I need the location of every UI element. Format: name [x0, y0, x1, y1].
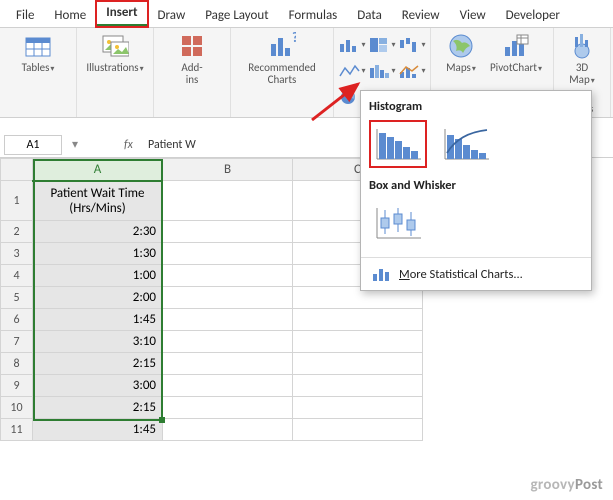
pivotchart-icon [502, 32, 530, 60]
pivotchart-label: PivotChart▾ [490, 62, 542, 75]
row-header-6[interactable]: 6 [1, 309, 33, 331]
illustrations-button[interactable]: Illustrations▾ [85, 32, 145, 75]
tab-view[interactable]: View [450, 4, 496, 27]
watermark: groovyPost [531, 476, 604, 494]
recommended-charts-label: Recommended Charts [248, 62, 315, 86]
row-header-5[interactable]: 5 [1, 287, 33, 309]
illustrations-label: Illustrations▾ [86, 62, 143, 75]
cell-a1[interactable]: Patient Wait Time (Hrs/Mins) [33, 181, 163, 221]
tab-page-layout[interactable]: Page Layout [195, 4, 278, 27]
box-whisker-icon [373, 204, 423, 242]
more-statistical-charts-link[interactable]: More Statistical Charts... [369, 262, 583, 286]
cell-a7[interactable]: 3:10 [33, 331, 163, 353]
cell-a9[interactable]: 3:00 [33, 375, 163, 397]
addins-icon [178, 32, 206, 60]
combo-chart-button[interactable]: ▾ [398, 60, 426, 82]
fx-icon[interactable]: fx [124, 138, 144, 152]
maps-label: Maps▾ [446, 62, 476, 75]
tab-formulas[interactable]: Formulas [279, 4, 348, 27]
cell-a6[interactable]: 1:45 [33, 309, 163, 331]
tab-review[interactable]: Review [392, 4, 450, 27]
cell-a2[interactable]: 2:30 [33, 221, 163, 243]
column-chart-button[interactable]: ▾ [338, 34, 366, 56]
tab-developer[interactable]: Developer [496, 4, 570, 27]
tables-label: Tables▾ [22, 62, 55, 75]
addins-label: Add- ins [181, 62, 202, 86]
row-header-9[interactable]: 9 [1, 375, 33, 397]
pareto-chart-option[interactable] [437, 120, 495, 168]
name-box[interactable]: A1 [4, 135, 62, 155]
recommended-charts-icon: ? [268, 32, 296, 60]
3d-map-icon [568, 32, 596, 60]
3d-map-label: 3D Map▾ [569, 62, 594, 87]
cell-a11[interactable]: 1:45 [33, 419, 163, 441]
row-header-8[interactable]: 8 [1, 353, 33, 375]
col-header-a[interactable]: A [33, 159, 163, 181]
waterfall-chart-button[interactable]: ▾ [398, 34, 426, 56]
recommended-charts-button[interactable]: ? Recommended Charts [239, 32, 325, 86]
row-header-7[interactable]: 7 [1, 331, 33, 353]
cell-a10[interactable]: 2:15 [33, 397, 163, 419]
addins-button[interactable]: Add- ins [162, 32, 222, 86]
line-chart-button[interactable]: ▾ [338, 60, 366, 82]
histogram-chart-option[interactable] [369, 120, 427, 168]
cell-a4[interactable]: 1:00 [33, 265, 163, 287]
row-header-3[interactable]: 3 [1, 243, 33, 265]
table-icon [24, 32, 52, 60]
cell-a3[interactable]: 1:30 [33, 243, 163, 265]
pareto-icon [441, 125, 491, 163]
bar-chart-icon [371, 266, 391, 282]
col-header-b[interactable]: B [163, 159, 293, 181]
pictures-icon [101, 32, 129, 60]
dropdown-section-histogram: Histogram [369, 99, 583, 114]
pivotchart-button[interactable]: PivotChart▾ [487, 32, 545, 75]
globe-icon [447, 32, 475, 60]
hierarchy-chart-button[interactable]: ▾ [368, 34, 396, 56]
cell-a5[interactable]: 2:00 [33, 287, 163, 309]
tab-draw[interactable]: Draw [148, 4, 196, 27]
statistic-charts-dropdown: Histogram Box and Whisker More Statistic… [360, 90, 592, 291]
row-header-11[interactable]: 11 [1, 419, 33, 441]
cell-a8[interactable]: 2:15 [33, 353, 163, 375]
tab-home[interactable]: Home [44, 4, 96, 27]
row-header-4[interactable]: 4 [1, 265, 33, 287]
svg-text:?: ? [292, 32, 296, 46]
select-all-corner[interactable] [1, 159, 33, 181]
tab-insert[interactable]: Insert [96, 1, 147, 27]
tab-file[interactable]: File [6, 4, 44, 27]
maps-button[interactable]: Maps▾ [439, 32, 483, 75]
statistic-chart-button[interactable]: ▾ [368, 60, 396, 82]
3d-map-button[interactable]: 3D Map▾ [562, 32, 602, 87]
ribbon-tabstrip: File Home Insert Draw Page Layout Formul… [0, 0, 613, 28]
tab-data[interactable]: Data [347, 4, 392, 27]
row-header-2[interactable]: 2 [1, 221, 33, 243]
tables-button[interactable]: Tables▾ [8, 32, 68, 75]
box-whisker-chart-option[interactable] [369, 199, 427, 247]
row-header-10[interactable]: 10 [1, 397, 33, 419]
name-box-dropdown[interactable]: ▾ [66, 137, 84, 152]
histogram-icon [373, 125, 423, 163]
dropdown-section-boxwhisker: Box and Whisker [369, 178, 583, 193]
row-header-1[interactable]: 1 [1, 181, 33, 221]
